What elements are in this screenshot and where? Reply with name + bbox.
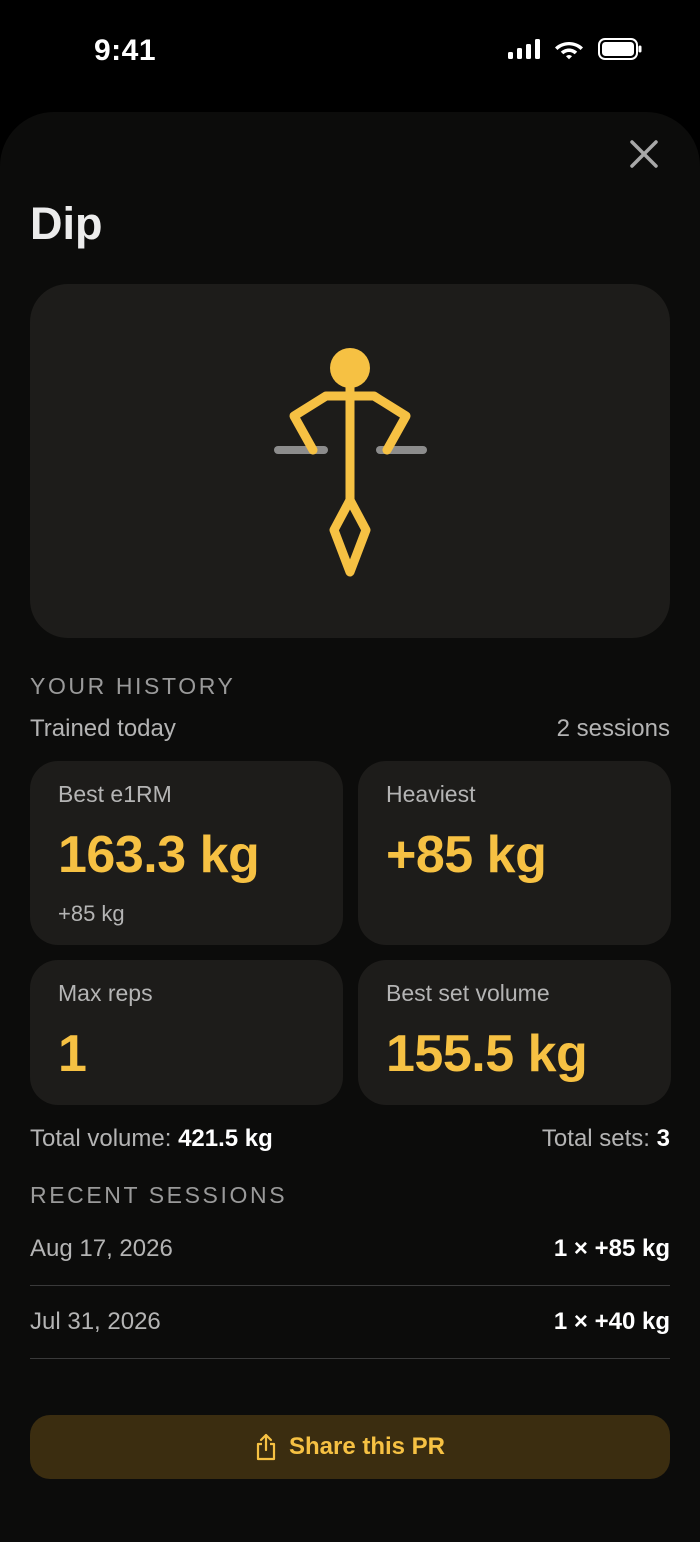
stat-value: 1 [58,1025,87,1083]
stat-card-best-set-volume: Best set volume 155.5 kg [358,960,671,1105]
exercise-title: Dip [30,198,103,249]
exercise-illustration-card [30,284,670,638]
dip-figure-icon [274,348,427,577]
session-best-set: 1 × +40 kg [553,1308,670,1335]
share-icon [256,1433,276,1461]
stat-label: Best e1RM [58,781,172,807]
stat-label: Max reps [58,980,153,1006]
recent-sessions-heading: RECENT SESSIONS [30,1182,288,1208]
stat-card-heaviest: Heaviest +85 kg [358,761,671,945]
share-pr-button[interactable]: Share this PR [30,1415,670,1479]
exercise-detail-sheet: Dip YOUR HISTORY Trained today 2 session… [0,112,700,1542]
session-row[interactable]: Aug 17, 2026 1 × +85 kg [30,1213,670,1286]
status-icons [508,38,642,60]
total-sets: Total sets: 3 [542,1125,670,1153]
session-date: Jul 31, 2026 [30,1308,161,1335]
total-volume-label: Total volume: [30,1125,172,1152]
stat-value: +85 kg [386,826,547,884]
status-time: 9:41 [94,34,157,67]
stat-subvalue: +85 kg [58,901,125,926]
stat-label: Heaviest [386,781,476,807]
total-sets-label: Total sets: [541,1125,650,1152]
trained-status: Trained today [30,715,176,742]
total-volume-value: 421.5 kg [178,1125,273,1152]
total-sets-value: 3 [656,1125,670,1152]
status-bar: 9:41 [0,0,700,100]
history-summary-row: Trained today 2 sessions [30,715,670,743]
share-pr-label: Share this PR [288,1433,446,1460]
stat-value: 163.3 kg [58,826,260,884]
stat-label: Best set volume [386,980,550,1006]
sessions-count: 2 sessions [556,715,670,742]
wifi-icon [555,42,583,60]
history-heading: YOUR HISTORY [30,673,236,699]
stat-value: 155.5 kg [386,1025,588,1083]
battery-icon [598,38,642,60]
close-icon[interactable] [626,136,662,172]
totals-row: Total volume: 421.5 kg Total sets: 3 [30,1125,670,1153]
stat-card-max-reps: Max reps 1 [30,960,343,1105]
session-best-set: 1 × +85 kg [553,1235,670,1262]
session-date: Aug 17, 2026 [30,1235,173,1262]
stat-card-best-e1rm: Best e1RM 163.3 kg +85 kg [30,761,343,945]
cellular-signal-icon [508,39,540,59]
total-volume: Total volume: 421.5 kg [30,1125,273,1153]
session-row[interactable]: Jul 31, 2026 1 × +40 kg [30,1286,670,1359]
